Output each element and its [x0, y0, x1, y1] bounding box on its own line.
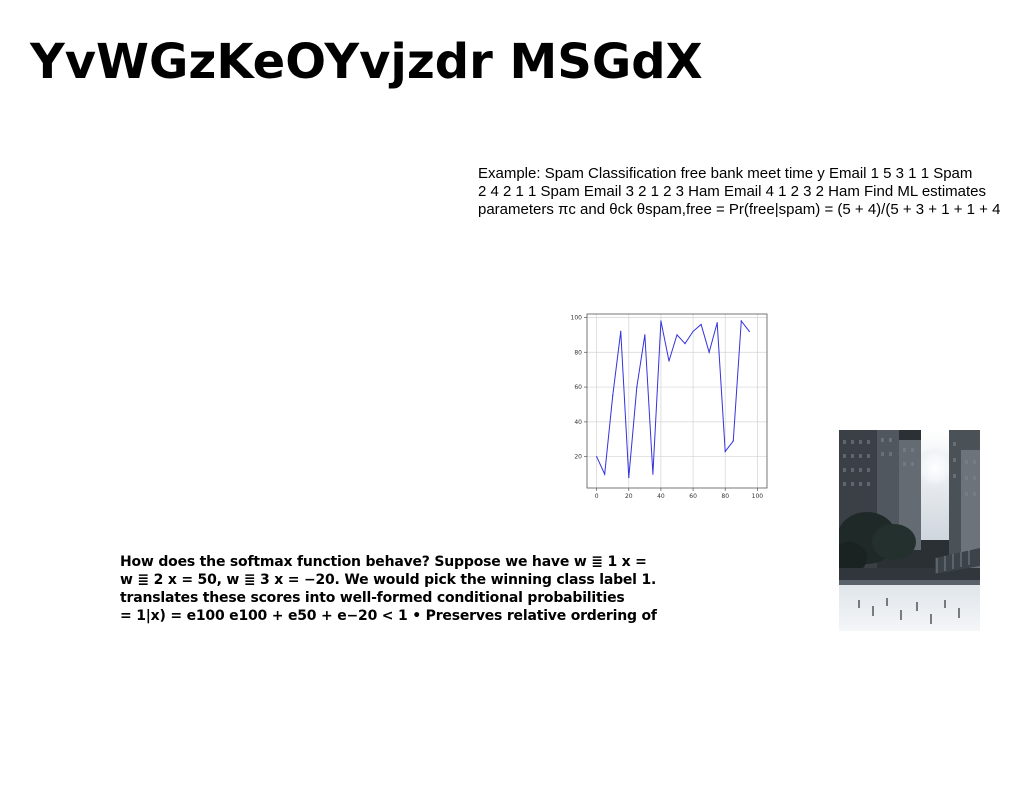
data-point	[660, 320, 662, 322]
y-tick-label: 40	[574, 419, 582, 426]
data-point	[732, 440, 734, 442]
spam-example-text: Example: Spam Classification free bank m…	[478, 165, 1024, 219]
spam-example-line: Example: Spam Classification free bank m…	[478, 165, 973, 182]
slide-title: YvWGzKeOYvjzdr MSGdX	[30, 34, 703, 90]
softmax-line: = 1|x) = e100 e100 + e50 + e−20 < 1 • Pr…	[120, 608, 657, 624]
data-point	[636, 386, 638, 388]
softmax-line: w ≣ 2 x = 50, w ≣ 3 x = −20. We would pi…	[120, 572, 657, 588]
data-point	[604, 473, 606, 475]
data-point	[716, 322, 718, 324]
softmax-text: How does the softmax function behave? Su…	[120, 553, 680, 625]
softmax-line: translates these scores into well-formed…	[120, 590, 625, 606]
x-tick-label: 20	[625, 493, 633, 500]
data-point	[628, 476, 630, 479]
softmax-line: How does the softmax function behave? Su…	[120, 554, 647, 570]
city-street-photo-icon	[839, 430, 980, 631]
data-point	[620, 330, 622, 332]
data-point	[700, 323, 702, 326]
data-point	[612, 395, 614, 397]
data-point	[740, 320, 742, 322]
y-tick-label: 80	[574, 349, 582, 356]
line-chart-svg: 20 40 60 80 100 0 20 40 60 80 100	[571, 313, 768, 500]
x-tick-label: 0	[595, 493, 599, 500]
data-point	[684, 342, 686, 345]
x-tick-label: 80	[721, 493, 729, 500]
data-point	[724, 450, 726, 453]
spam-example-line: 2 4 2 1 1 Spam Email 3 2 1 2 3 Ham Email…	[478, 183, 987, 200]
y-tick-label: 100	[571, 314, 583, 321]
data-point	[708, 351, 710, 353]
data-point	[676, 334, 678, 336]
data-point	[668, 360, 670, 362]
data-point	[596, 456, 598, 458]
x-tick-label: 100	[752, 493, 764, 500]
y-tick-label: 20	[574, 454, 582, 461]
data-point	[692, 330, 694, 332]
line-chart: 20 40 60 80 100 0 20 40 60 80 100	[566, 310, 770, 502]
data-point	[644, 334, 646, 336]
data-point	[748, 330, 750, 332]
y-tick-label: 60	[574, 384, 582, 391]
x-tick-label: 40	[657, 493, 665, 500]
data-point	[652, 473, 654, 475]
slide: YvWGzKeOYvjzdr MSGdX Example: Spam Class…	[0, 0, 1024, 788]
spam-example-line: parameters πc and θck θspam,free = Pr(fr…	[478, 201, 1001, 218]
x-tick-label: 60	[689, 493, 697, 500]
